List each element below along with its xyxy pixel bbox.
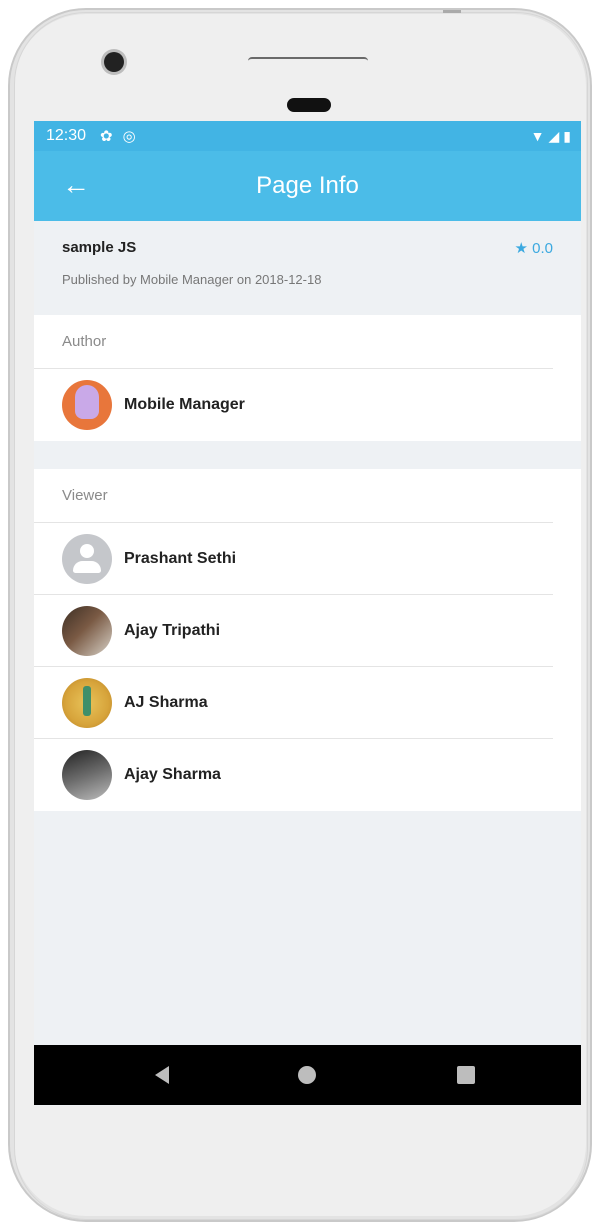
status-bar: 12:30 ✿ ◎ ▼ ◢ ▮ [34, 121, 581, 151]
recents-icon [457, 1066, 475, 1084]
star-icon: ★ [514, 240, 528, 257]
author-name: Mobile Manager [124, 396, 245, 413]
author-section: Author Mobile Manager [34, 315, 581, 441]
app-bar: ← Page Info [34, 151, 581, 221]
home-icon [298, 1066, 316, 1084]
sync-icon: ◎ [122, 128, 136, 145]
status-icons: ▼ ◢ ▮ [531, 128, 571, 145]
viewer-section: Viewer Prashant Sethi Ajay Tripathi AJ S… [34, 469, 581, 811]
proximity-sensor [287, 98, 331, 112]
avatar [62, 605, 112, 656]
page-name: sample JS [62, 239, 137, 256]
earpiece-speaker [248, 57, 368, 67]
author-row[interactable]: Mobile Manager [34, 369, 553, 441]
rating-value: 0.0 [532, 240, 553, 257]
signal-icon: ◢ [548, 127, 560, 144]
back-icon [155, 1066, 169, 1084]
section-gap [34, 441, 581, 469]
viewer-name: Ajay Tripathi [124, 621, 221, 639]
author-header: Author [34, 315, 553, 369]
battery-icon: ▮ [563, 127, 571, 144]
list-item[interactable]: Ajay Tripathi [34, 595, 553, 667]
viewer-name: AJ Sharma [124, 693, 208, 711]
avatar [62, 380, 112, 430]
rating: ★ 0.0 [515, 239, 553, 257]
viewer-header: Viewer [34, 469, 553, 523]
avatar [62, 677, 112, 728]
page-title: Page Info [256, 172, 359, 199]
front-camera [104, 52, 124, 72]
nav-home-button[interactable] [277, 1045, 337, 1105]
list-item[interactable]: Prashant Sethi [34, 523, 553, 595]
viewer-name: Prashant Sethi [124, 549, 237, 567]
avatar [62, 533, 112, 584]
status-time: 12:30 [46, 127, 87, 144]
settings-icon: ✿ [100, 128, 113, 145]
nav-recents-button[interactable] [436, 1045, 496, 1105]
page-info-header: sample JS ★ 0.0 Published by Mobile Mana… [34, 221, 581, 315]
screen: 12:30 ✿ ◎ ▼ ◢ ▮ ← Page Info sample JS ★ … [34, 121, 581, 1106]
navigation-bar [34, 1045, 581, 1105]
viewer-name: Ajay Sharma [124, 766, 221, 783]
wifi-icon: ▼ [530, 128, 545, 144]
avatar [62, 750, 112, 800]
published-info: Published by Mobile Manager on 2018-12-1… [62, 272, 322, 287]
phone-top-button [443, 10, 461, 13]
nav-back-button[interactable] [132, 1045, 192, 1105]
list-item[interactable]: AJ Sharma [34, 667, 553, 739]
list-item[interactable]: Ajay Sharma [34, 739, 553, 811]
